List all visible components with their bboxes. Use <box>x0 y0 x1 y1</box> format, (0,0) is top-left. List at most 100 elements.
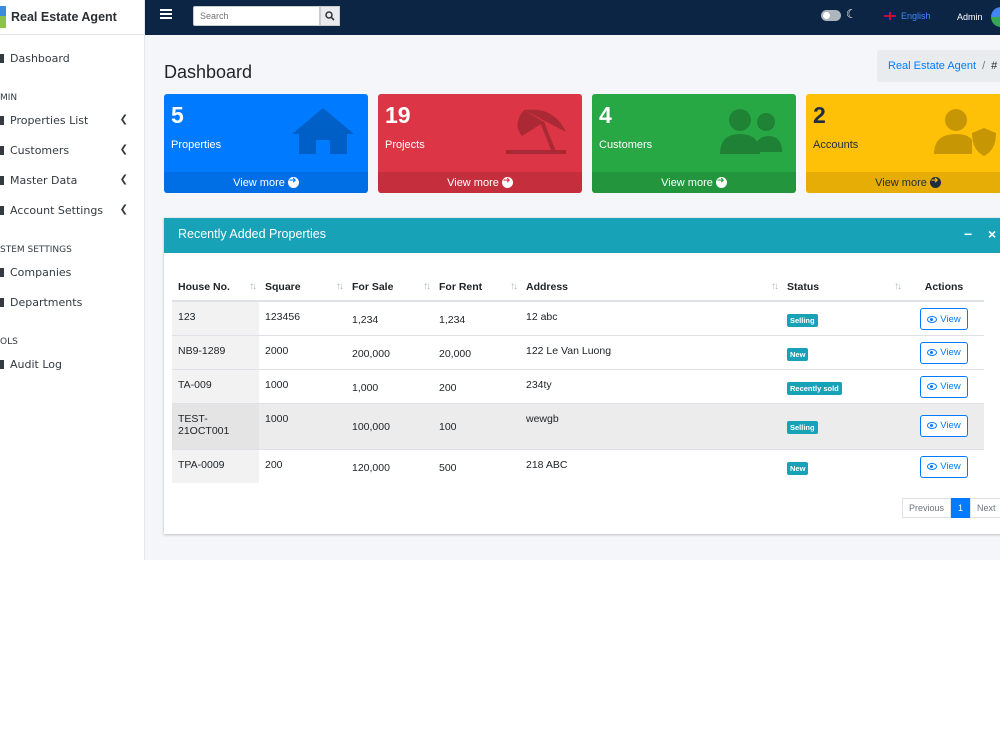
cell-square: 2000 <box>259 334 346 369</box>
cell-house-no: 123 <box>172 300 259 335</box>
view-button[interactable]: View <box>920 375 968 398</box>
cell-for-rent: 100 <box>433 402 520 449</box>
sidebar-header-system-settings: STEM SETTINGS <box>0 245 72 255</box>
sort-icon: ↑↓ <box>771 281 779 292</box>
cell-status: New <box>781 448 904 483</box>
status-badge: New <box>787 461 809 475</box>
cell-square: 123456 <box>259 300 346 335</box>
eye-icon <box>927 383 938 390</box>
cell-house-no: TPA-0009 <box>172 448 259 483</box>
table-row: TPA-0009 200 120,000 500 218 ABC New Vie… <box>172 448 984 483</box>
sidebar-item-label: Dashboard <box>10 51 70 65</box>
sidebar-item-companies[interactable]: Companies <box>0 257 144 287</box>
arrow-circle-right-icon <box>501 175 513 188</box>
view-more-label: View more <box>447 176 499 189</box>
column-header-for-sale[interactable]: For Sale ↑↓ <box>346 273 433 302</box>
cell-for-rent: 200 <box>433 368 520 403</box>
view-button[interactable]: View <box>920 414 968 437</box>
brand[interactable]: Real Estate Agent <box>0 0 144 35</box>
view-more-link[interactable]: View more <box>592 172 796 193</box>
brand-logo-icon <box>0 6 6 28</box>
search-input[interactable] <box>193 6 320 26</box>
pagination-next[interactable]: Next <box>970 498 1000 518</box>
cell-for-sale: 100,000 <box>346 402 433 449</box>
pagination-previous[interactable]: Previous <box>902 498 952 518</box>
sitemap-icon <box>0 297 4 307</box>
cell-status: Selling <box>781 402 904 449</box>
dark-mode-toggle[interactable] <box>821 10 841 21</box>
stat-count: 19 <box>385 102 411 128</box>
column-header-for-rent[interactable]: For Rent ↑↓ <box>433 273 520 302</box>
search-button[interactable] <box>320 6 340 26</box>
status-badge: Selling <box>787 420 818 434</box>
column-header-actions: Actions <box>904 273 984 302</box>
view-button[interactable]: View <box>920 455 968 478</box>
close-icon[interactable]: × <box>988 226 996 242</box>
arrow-circle-right-icon <box>929 175 941 188</box>
cell-status: New <box>781 334 904 369</box>
moon-icon: ☾ <box>846 7 857 21</box>
hamburger-menu-icon[interactable] <box>160 9 172 21</box>
column-header-address[interactable]: Address ↑↓ <box>520 273 781 302</box>
chevron-left-icon: ❮ <box>119 204 128 215</box>
cell-for-rent: 1,234 <box>433 300 520 335</box>
users-icon <box>720 109 782 154</box>
topbar: ☾ English Admin <box>145 0 1000 35</box>
view-more-label: View more <box>233 176 285 189</box>
view-more-link[interactable]: View more <box>164 172 368 193</box>
pagination-page[interactable]: 1 <box>951 498 971 518</box>
user-name[interactable]: Admin <box>957 12 983 22</box>
card-title: Recently Added Properties <box>178 227 327 241</box>
cell-status: Recently sold <box>781 368 904 403</box>
sidebar-item-audit-log[interactable]: Audit Log <box>0 349 144 379</box>
table-row: 123 123456 1,234 1,234 12 abc Selling Vi… <box>172 300 984 335</box>
sidebar-item-label: Customers <box>10 143 70 157</box>
view-more-label: View more <box>661 176 713 189</box>
arrow-circle-right-icon <box>287 175 299 188</box>
cell-square: 1000 <box>259 368 346 403</box>
arrow-circle-right-icon <box>715 175 727 188</box>
sidebar-item-departments[interactable]: Departments <box>0 287 144 317</box>
cell-actions: View <box>904 300 984 335</box>
sidebar-item-properties-list[interactable]: Properties List ❮ <box>0 105 144 135</box>
language-selector[interactable]: English <box>901 11 931 21</box>
cell-address: 122 Le Van Luong <box>520 334 781 369</box>
column-header-house-no[interactable]: House No. ↑↓ <box>172 273 259 302</box>
stat-count: 5 <box>171 102 184 128</box>
sidebar-item-customers[interactable]: Customers ❮ <box>0 135 144 165</box>
status-badge: New <box>787 347 809 361</box>
avatar[interactable] <box>991 7 1000 27</box>
view-more-link[interactable]: View more <box>378 172 582 193</box>
stat-box-projects: 19 Projects View more <box>378 94 582 193</box>
cell-status: Selling <box>781 300 904 335</box>
stat-box-accounts: 2 Accounts View more <box>806 94 1000 193</box>
pagination: Previous 1 Next <box>902 498 1000 518</box>
view-more-label: View more <box>875 176 927 189</box>
view-button[interactable]: View <box>920 308 968 330</box>
table-row: TEST-21OCT001 1000 100,000 100 wewgb Sel… <box>172 402 984 449</box>
collapse-icon[interactable]: − <box>964 226 972 242</box>
properties-table: House No. ↑↓ Square ↑↓ For Sale ↑↓ For Rent… <box>172 273 984 483</box>
cell-address: 12 abc <box>520 300 781 335</box>
column-header-status[interactable]: Status ↑↓ <box>781 273 904 302</box>
column-header-square[interactable]: Square ↑↓ <box>259 273 346 302</box>
status-badge: Selling <box>787 314 818 327</box>
breadcrumb-home-link[interactable]: Real Estate Agent <box>888 60 976 72</box>
sidebar-item-master-data[interactable]: Master Data ❮ <box>0 165 144 195</box>
breadcrumb-current: # <box>991 60 998 72</box>
dashboard-icon <box>0 53 4 63</box>
view-button[interactable]: View <box>920 341 968 364</box>
stat-label: Accounts <box>813 139 859 151</box>
main-content: Dashboard Real Estate Agent / # 5 Proper… <box>145 35 1000 560</box>
chevron-left-icon: ❮ <box>119 144 128 155</box>
sort-icon: ↑↓ <box>510 281 518 292</box>
sidebar-item-label: Departments <box>10 295 83 309</box>
cell-address: 218 ABC <box>520 448 781 483</box>
stat-label: Customers <box>599 139 653 151</box>
cell-for-sale: 120,000 <box>346 448 433 483</box>
sidebar-item-account-settings[interactable]: Account Settings ❮ <box>0 195 144 225</box>
sidebar-item-dashboard[interactable]: Dashboard <box>0 43 144 73</box>
user-cog-icon <box>0 205 4 215</box>
card-header: Recently Added Properties − × <box>164 218 1000 253</box>
view-more-link[interactable]: View more <box>806 172 1000 193</box>
